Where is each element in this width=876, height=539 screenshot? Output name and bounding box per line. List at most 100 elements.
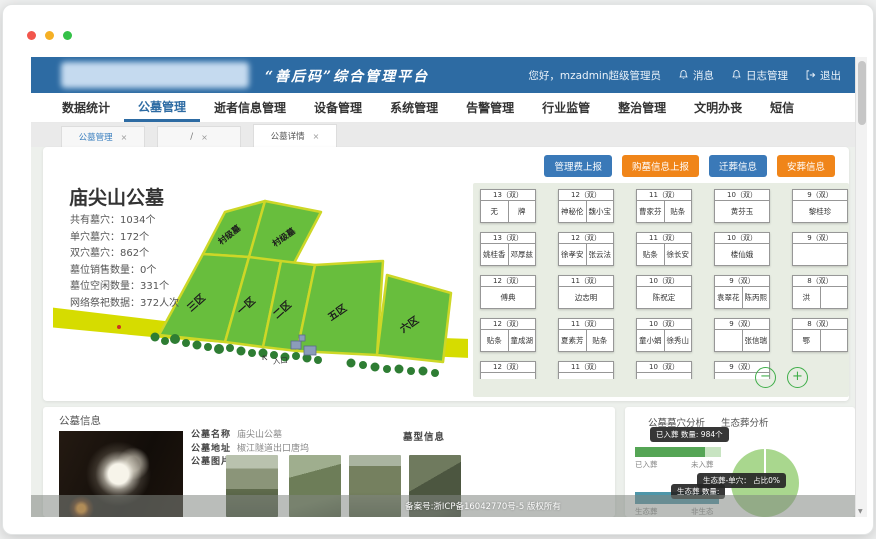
- screen: “善后码”综合管理平台 您好，mzadmin超级管理员 消息: [0, 0, 876, 539]
- zoom-out-button[interactable]: −: [755, 367, 776, 388]
- user-greeting: 您好，mzadmin超级管理员: [528, 68, 661, 83]
- nav-item-短信[interactable]: 短信: [756, 93, 808, 122]
- plot-cell[interactable]: 13（双）姚桂香邓厚兹: [480, 232, 536, 266]
- tab-/[interactable]: /×: [157, 126, 241, 147]
- plot-cell[interactable]: 9（双）张信瑞: [714, 318, 770, 352]
- logout-icon: [805, 69, 816, 81]
- icp-record-text: 备案号:浙ICP备16042770号-5 版权所有: [325, 500, 561, 512]
- plot-cell[interactable]: 12（双）贴条童成湖: [480, 318, 536, 352]
- scrollbar-down-arrow[interactable]: ▼: [858, 508, 863, 515]
- button-管理费上报[interactable]: 管理费上报: [544, 155, 612, 177]
- log-management-menu-item[interactable]: 日志管理: [731, 68, 788, 83]
- plot-grid-panel: 13（双）无牌12（双）神秘伦魏小宝11（双）曹家芬贴条10（双）黄芬玉9（双）…: [473, 183, 849, 397]
- plot-cell[interactable]: 11（双）曹家芬贴条: [636, 189, 692, 223]
- plot-cell[interactable]: 12（双）傅典: [480, 275, 536, 309]
- platform-title: “善后码”综合管理平台: [265, 66, 429, 86]
- plot-cell[interactable]: 11（双）: [558, 361, 614, 379]
- plot-cell-header: 12（双）: [559, 233, 613, 244]
- plot-cell[interactable]: 8（双）洪: [792, 275, 848, 309]
- zoom-in-button[interactable]: +: [787, 367, 808, 388]
- logout-menu-item[interactable]: 退出: [805, 68, 841, 83]
- plot-cell[interactable]: 12（双）神秘伦魏小宝: [558, 189, 614, 223]
- window-close-dot[interactable]: [27, 31, 36, 40]
- plot-cell[interactable]: 11（双）边志明: [558, 275, 614, 309]
- plot-cell[interactable]: 10（双）: [636, 361, 692, 379]
- nav-item-系统管理[interactable]: 系统管理: [376, 93, 452, 122]
- plot-cell[interactable]: 10（双）童小娟徐秀山: [636, 318, 692, 352]
- cemetery-detail-card: 管理费上报购墓信息上报迁葬信息安葬信息: [43, 147, 849, 401]
- plot-occupant-name: [820, 287, 848, 308]
- nav-item-整治管理[interactable]: 整治管理: [604, 93, 680, 122]
- page-scrollbar[interactable]: ▼: [855, 57, 867, 517]
- button-购墓信息上报[interactable]: 购墓信息上报: [622, 155, 699, 177]
- plot-occupant-name: 徐秀山: [664, 330, 692, 351]
- plot-cell[interactable]: 10（双）楼仙娥: [714, 232, 770, 266]
- nav-item-文明办丧[interactable]: 文明办丧: [680, 93, 756, 122]
- plot-occupant-name: 曹家芬: [637, 201, 664, 222]
- plot-occupant-name: 贴条: [586, 330, 614, 351]
- tab-公墓详情[interactable]: 公墓详情×: [253, 124, 337, 147]
- tab-close-icon[interactable]: ×: [201, 133, 208, 142]
- nav-item-公墓管理[interactable]: 公墓管理: [124, 93, 200, 122]
- plot-cell[interactable]: 9（双）袁翠花陈丙熙: [714, 275, 770, 309]
- bar-label-buried: 已入葬: [635, 459, 658, 470]
- app-header-bar: “善后码”综合管理平台 您好，mzadmin超级管理员 消息: [31, 57, 855, 93]
- scrollbar-thumb[interactable]: [858, 61, 866, 125]
- bar-label-unburied: 未入葬: [691, 459, 714, 470]
- tab-公墓管理[interactable]: 公墓管理×: [61, 126, 145, 147]
- plot-cell-header: 11（双）: [637, 233, 691, 244]
- plot-cell[interactable]: 9（双）: [792, 232, 848, 266]
- burial-bar-chart[interactable]: [635, 447, 721, 457]
- stat-line: 网络祭祀数据：372人次: [70, 296, 179, 313]
- messages-menu-item[interactable]: 消息: [678, 68, 714, 83]
- plot-occupant-name: 无: [481, 201, 508, 222]
- nav-item-行业监管[interactable]: 行业监管: [528, 93, 604, 122]
- nav-item-告警管理[interactable]: 告警管理: [452, 93, 528, 122]
- button-安葬信息[interactable]: 安葬信息: [777, 155, 835, 177]
- buried-count-tooltip: 已入葬 数量: 984个: [650, 427, 729, 442]
- plot-cell[interactable]: 11（双）贴条徐长安: [636, 232, 692, 266]
- plot-cell[interactable]: 12（双）: [480, 361, 536, 379]
- nav-item-数据统计[interactable]: 数据统计: [48, 93, 124, 122]
- plot-cell-header: 10（双）: [637, 276, 691, 287]
- window-maximize-dot[interactable]: [63, 31, 72, 40]
- browser-window: “善后码”综合管理平台 您好，mzadmin超级管理员 消息: [2, 4, 874, 535]
- plot-occupant-name: [793, 244, 847, 265]
- plot-occupant-name: 袁翠花: [715, 287, 742, 308]
- plot-cell-header: 10（双）: [715, 190, 769, 201]
- plot-cell[interactable]: 11（双）夏素芳贴条: [558, 318, 614, 352]
- button-迁葬信息[interactable]: 迁葬信息: [709, 155, 767, 177]
- plot-cell[interactable]: 13（双）无牌: [480, 189, 536, 223]
- tab-strip: 公墓管理× /× 公墓详情×: [31, 123, 855, 147]
- plot-cell[interactable]: 10（双）陈祝定: [636, 275, 692, 309]
- plot-occupant-name: 童成湖: [508, 330, 536, 351]
- plot-cell[interactable]: 10（双）黄芬玉: [714, 189, 770, 223]
- plot-cell-header: 8（双）: [793, 319, 847, 330]
- window-minimize-dot[interactable]: [45, 31, 54, 40]
- nav-item-逝者信息管理[interactable]: 逝者信息管理: [200, 93, 300, 122]
- stat-line: 共有墓穴：1034个: [70, 213, 179, 230]
- bell-icon: [678, 69, 689, 81]
- plot-occupant-name: [715, 330, 742, 351]
- stat-line: 双穴墓穴：862个: [70, 246, 179, 263]
- plot-cell-header: 11（双）: [637, 190, 691, 201]
- plot-cell[interactable]: 8（双）鄂: [792, 318, 848, 352]
- tab-close-icon[interactable]: ×: [313, 132, 320, 141]
- plot-cell[interactable]: 12（双）徐孝安张云法: [558, 232, 614, 266]
- stat-line: 墓位销售数量：0个: [70, 263, 179, 280]
- plot-cell-header: 13（双）: [481, 190, 535, 201]
- footer-bar: 备案号:浙ICP备16042770号-5 版权所有: [31, 495, 855, 517]
- plot-occupant-name: 张云法: [586, 244, 614, 265]
- bell-icon: [731, 69, 742, 81]
- plot-cell-header: 10（双）: [637, 319, 691, 330]
- plot-cell-header: 9（双）: [793, 233, 847, 244]
- plot-cell[interactable]: 9（双）黎桂珍: [792, 189, 848, 223]
- tab-close-icon[interactable]: ×: [121, 133, 128, 142]
- toolbar: 管理费上报购墓信息上报迁葬信息安葬信息: [544, 155, 835, 177]
- plot-occupant-name: 鄂: [793, 330, 820, 351]
- plot-occupant-name: 贴条: [664, 201, 692, 222]
- nav-item-设备管理[interactable]: 设备管理: [300, 93, 376, 122]
- plot-cell-header: 9（双）: [715, 276, 769, 287]
- buried-bar-segment: [635, 447, 705, 457]
- plot-occupant-name: 陈祝定: [637, 287, 691, 308]
